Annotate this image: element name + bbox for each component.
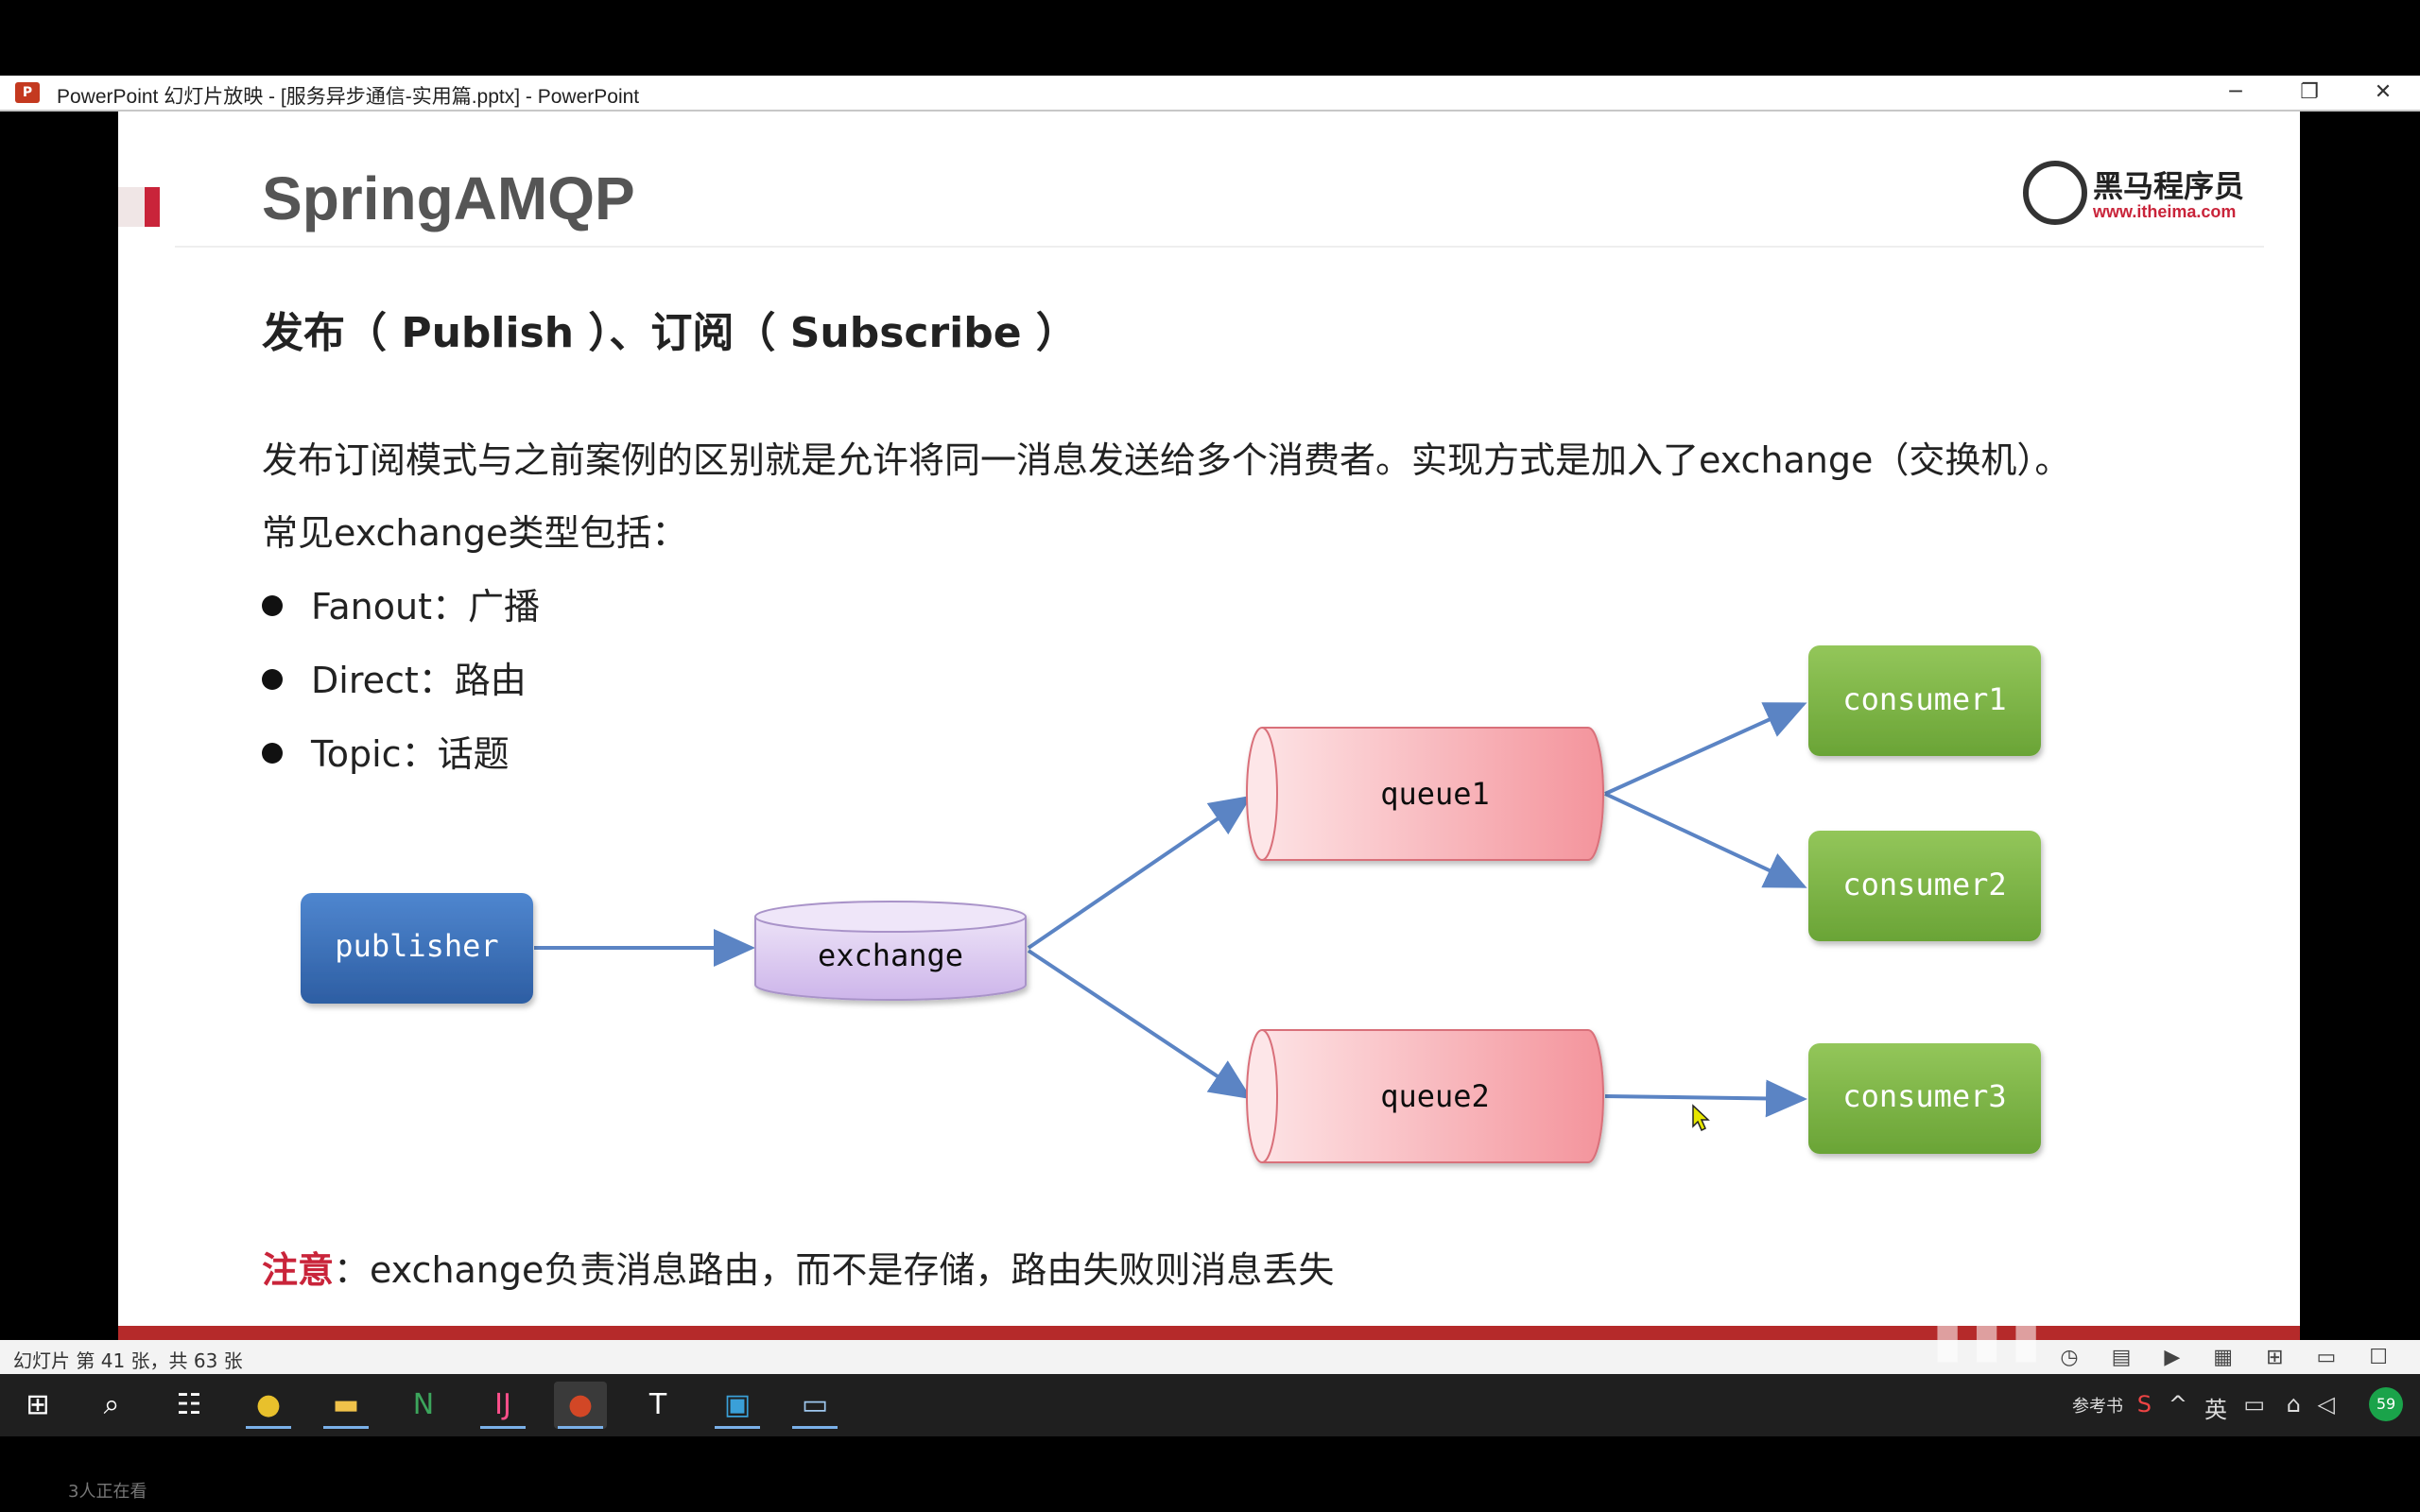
- slide-counter: 幻灯片 第 41 张，共 63 张: [13, 1349, 243, 1372]
- powerpoint-taskbar-icon[interactable]: ●: [554, 1382, 607, 1429]
- window-titlebar: P PowerPoint 幻灯片放映 - [服务异步通信-实用篇.pptx] -…: [0, 76, 2420, 112]
- arrow-queue2-consumer3: [1604, 1079, 1807, 1118]
- windows-taskbar: ⊞ ⌕ ☷ ● ▬ N IJ ● T ▣ ▭ 参考书 S ^ 英 ▭ ⌂ ◁ 5…: [0, 1374, 2420, 1436]
- pubsub-diagram: publisher exchange queue1 queue2 consume…: [301, 645, 2041, 1163]
- slide[interactable]: SpringAMQP 黑马程序员 www.itheima.com 发布（ Pub…: [118, 112, 2300, 1340]
- volume-icon[interactable]: ◁: [2318, 1391, 2335, 1418]
- minimize-button[interactable]: ─: [2203, 76, 2269, 110]
- intellij-idea-icon[interactable]: IJ: [476, 1382, 529, 1429]
- restore-button[interactable]: ❐: [2276, 76, 2342, 110]
- chevron-up-icon[interactable]: ^: [2169, 1391, 2187, 1418]
- remote-desktop-icon[interactable]: ▭: [788, 1382, 841, 1429]
- battery-icon[interactable]: ▭: [2243, 1391, 2265, 1418]
- notification-badge[interactable]: 59: [2369, 1387, 2403, 1421]
- view-buttons[interactable]: ◷ ▤ ▶ ▦ ⊞ ▭ ☐: [2060, 1346, 2401, 1369]
- note-text: ：exchange负责消息路由，而不是存储，路由失败则消息丢失: [334, 1249, 1335, 1291]
- file-explorer-icon[interactable]: ▬: [320, 1382, 372, 1429]
- tray-label[interactable]: 参考书: [2072, 1393, 2123, 1418]
- mouse-cursor-icon: [1692, 1104, 1710, 1132]
- bilibili-watermark: ▌▌▌: [1938, 1302, 2056, 1362]
- exchange-node: exchange: [754, 901, 1027, 1001]
- slideshow-statusbar: 幻灯片 第 41 张，共 63 张 ◷ ▤ ▶ ▦ ⊞ ▭ ☐: [0, 1340, 2420, 1374]
- ime-mode-indicator[interactable]: 英: [2204, 1391, 2227, 1424]
- queue2-node: queue2: [1246, 1029, 1604, 1163]
- network-icon[interactable]: ⌂: [2287, 1391, 2301, 1418]
- exchange-label: exchange: [818, 937, 963, 973]
- system-tray: 参考书 S ^ 英 ▭ ⌂ ◁ 59: [2010, 1383, 2407, 1427]
- consumer1-node: consumer1: [1808, 645, 2041, 756]
- task-view-icon[interactable]: ☷: [163, 1382, 216, 1429]
- diagram-arrows: [534, 702, 1807, 1118]
- arrow-exchange-queue2: [1027, 949, 1253, 1100]
- consumer1-label: consumer1: [1842, 681, 2006, 717]
- chrome-icon[interactable]: ●: [242, 1382, 295, 1429]
- note-label: 注意: [262, 1249, 335, 1291]
- queue2-label: queue2: [1380, 1078, 1490, 1114]
- sogou-ime-icon[interactable]: S: [2137, 1391, 2152, 1418]
- search-icon[interactable]: ⌕: [85, 1382, 138, 1429]
- queue1-label: queue1: [1380, 776, 1490, 812]
- consumer2-node: consumer2: [1808, 831, 2041, 941]
- queue1-node: queue1: [1246, 727, 1604, 861]
- notebook-app-icon[interactable]: N: [397, 1382, 450, 1429]
- typora-icon[interactable]: T: [631, 1382, 684, 1429]
- arrow-queue1-consumer1: [1604, 702, 1807, 796]
- close-button[interactable]: ✕: [2350, 76, 2416, 110]
- publisher-label: publisher: [335, 928, 498, 964]
- arrow-queue1-consumer2: [1604, 792, 1807, 888]
- arrow-exchange-queue1: [1027, 795, 1253, 950]
- powerpoint-app-icon: P: [15, 82, 40, 103]
- consumer2-label: consumer2: [1842, 867, 2006, 902]
- window-title: PowerPoint 幻灯片放映 - [服务异步通信-实用篇.pptx] - P…: [57, 86, 640, 108]
- consumer3-label: consumer3: [1842, 1078, 2006, 1114]
- consumer3-node: consumer3: [1808, 1043, 2041, 1154]
- vmware-icon[interactable]: ▣: [711, 1382, 764, 1429]
- slide-note: 注意：exchange负责消息路由，而不是存储，路由失败则消息丢失: [262, 1241, 1334, 1293]
- slideshow-stage: SpringAMQP 黑马程序员 www.itheima.com 发布（ Pub…: [0, 112, 2420, 1340]
- start-windows-icon[interactable]: ⊞: [11, 1382, 64, 1429]
- publisher-node: publisher: [301, 893, 533, 1004]
- viewer-count: 3人正在看: [68, 1482, 147, 1502]
